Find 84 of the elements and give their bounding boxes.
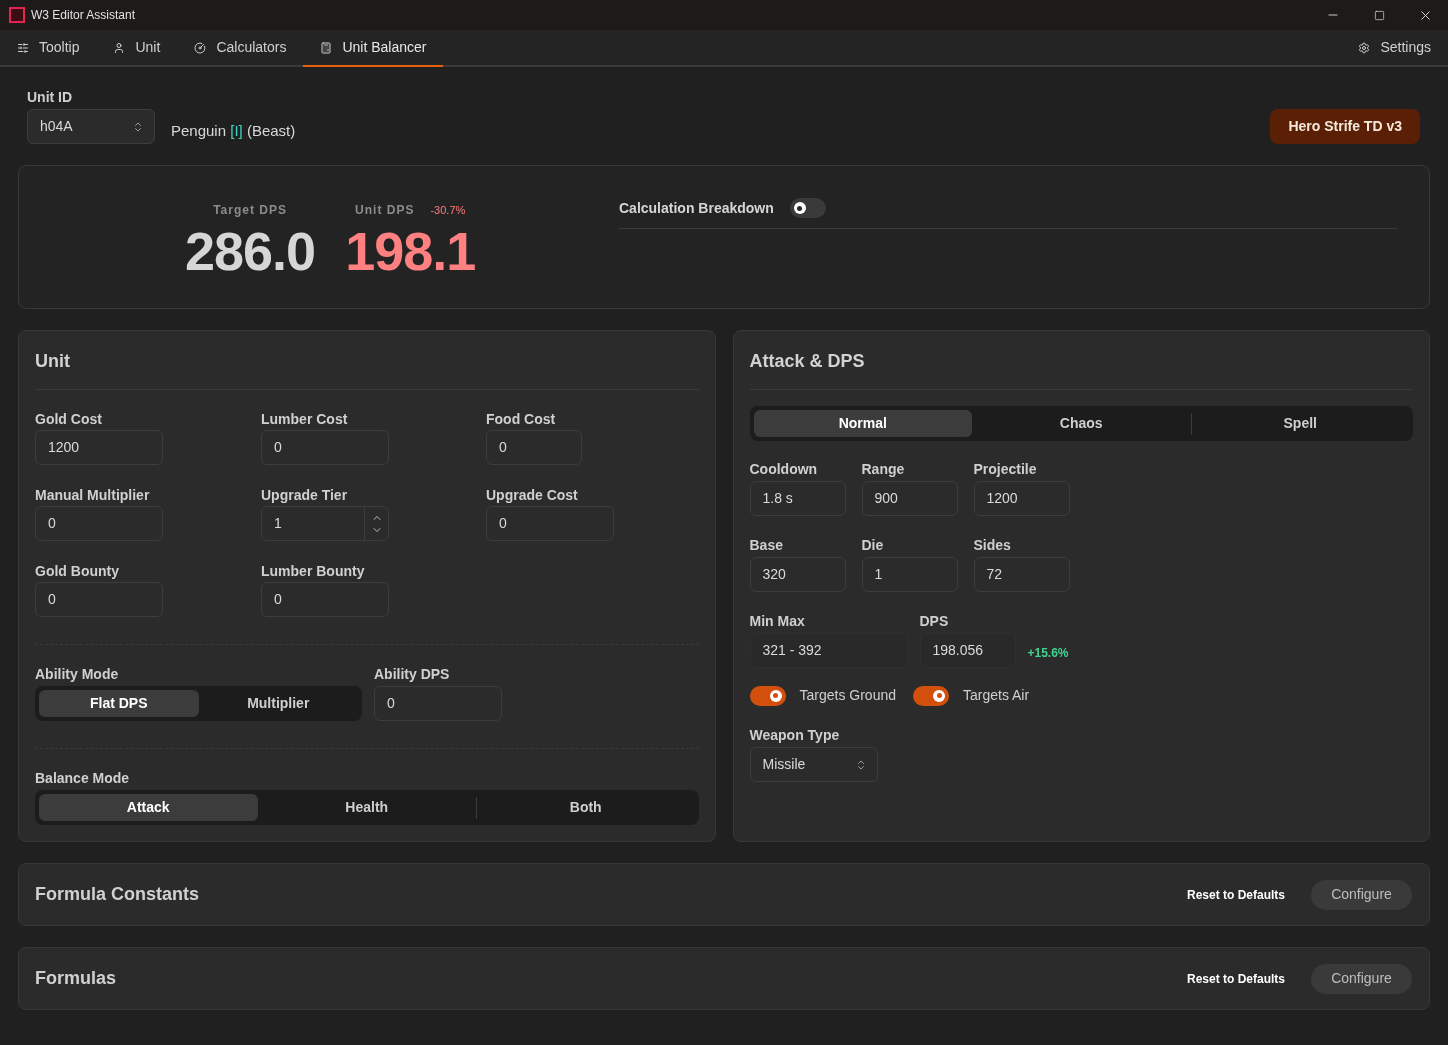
field-label: Balance Mode	[35, 769, 131, 787]
number-field[interactable]: 1	[261, 506, 389, 541]
calculator-icon	[320, 41, 333, 54]
segment-option[interactable]: Both	[477, 794, 695, 821]
field-label: Upgrade Cost	[486, 486, 579, 504]
segment-option[interactable]: Multiplier	[198, 690, 358, 717]
chevrons-icon	[132, 120, 144, 133]
gauge-icon	[194, 41, 207, 54]
unit-dps-value: 198.1	[345, 226, 476, 276]
reset-defaults-link[interactable]: Reset to Defaults	[1186, 969, 1285, 988]
input-field[interactable]: 900	[861, 481, 958, 516]
field-label: Manual Multiplier	[35, 486, 151, 504]
input-field[interactable]: 320	[749, 557, 846, 592]
field-label: Base	[749, 536, 784, 554]
breakdown-label: Calculation Breakdown	[619, 198, 774, 218]
panel-title: Unit	[35, 350, 71, 373]
field-label: Lumber Bounty	[261, 562, 366, 580]
field-label: Food Cost	[486, 410, 557, 428]
input-field[interactable]: 0	[261, 582, 389, 617]
nav-tab[interactable]: Calculators	[177, 30, 304, 67]
nav-tab[interactable]: Unit	[96, 30, 178, 67]
input-field[interactable]: 0	[486, 506, 614, 541]
input-field[interactable]: 0	[374, 686, 502, 721]
input-field[interactable]: 1.8 s	[749, 481, 846, 516]
weapon-type-select[interactable]: Missile	[749, 747, 878, 782]
field-label: Projectile	[973, 460, 1038, 478]
unit-name: Penguin [I] (Beast)	[171, 121, 296, 142]
nav-tab[interactable]: Tooltip	[0, 30, 97, 67]
field-label: Die	[861, 536, 885, 554]
reset-defaults-link[interactable]: Reset to Defaults	[1186, 885, 1285, 904]
unit-id-select[interactable]: h04A	[27, 109, 155, 144]
user-icon	[113, 41, 126, 54]
segment-option[interactable]: Attack	[39, 794, 258, 821]
unit-id-label: Unit ID	[27, 88, 74, 106]
field-label: Sides	[973, 536, 1012, 554]
segment-option[interactable]: Flat DPS	[39, 690, 199, 717]
segment-option[interactable]: Spell	[1191, 410, 1409, 437]
segment-option[interactable]: Chaos	[972, 410, 1191, 437]
field-label: Min Max	[749, 612, 806, 630]
field-label: DPS	[919, 612, 950, 630]
section-title: Formulas	[35, 967, 117, 990]
window-title: W3 Editor Assistant	[31, 7, 136, 24]
min-max-output: 321 - 392	[749, 633, 908, 668]
toggle-label: Targets Air	[963, 686, 1030, 705]
field-label: Gold Bounty	[35, 562, 120, 580]
configure-button[interactable]: Configure	[1311, 963, 1412, 994]
settings-icon	[1358, 41, 1371, 54]
target-toggle[interactable]	[913, 685, 949, 706]
map-button[interactable]: Hero Strife TD v3	[1270, 109, 1420, 144]
maximize-icon[interactable]	[1373, 9, 1385, 21]
settings-button[interactable]: Settings	[1358, 30, 1448, 65]
nav-tab[interactable]: Unit Balancer	[303, 30, 444, 67]
input-field[interactable]: 0	[35, 582, 163, 617]
target-toggle[interactable]	[749, 685, 786, 706]
segment-option[interactable]: Health	[257, 794, 476, 821]
input-field[interactable]: 0	[486, 430, 582, 465]
target-dps-value: 286.0	[185, 226, 316, 276]
field-label: Gold Cost	[35, 410, 103, 428]
target-dps-label: Target DPS	[213, 202, 287, 218]
input-field[interactable]: 1	[861, 557, 958, 592]
input-field[interactable]: 0	[35, 506, 163, 541]
field-label: Cooldown	[749, 460, 819, 478]
sliders-icon	[17, 41, 29, 54]
segment-option[interactable]: Normal	[753, 410, 972, 437]
field-label: Ability Mode	[35, 665, 120, 683]
input-field[interactable]: 1200	[973, 481, 1070, 516]
dps-change: +15.6%	[1027, 645, 1069, 662]
field-label: Ability DPS	[374, 665, 451, 683]
field-label: Upgrade Tier	[261, 486, 349, 504]
input-field[interactable]: 72	[973, 557, 1070, 592]
dps-output: 198.056	[919, 633, 1016, 668]
field-label: Lumber Cost	[261, 410, 349, 428]
app-logo-icon	[9, 7, 25, 23]
breakdown-toggle[interactable]	[789, 198, 826, 218]
toggle-label: Targets Ground	[799, 686, 896, 705]
field-label: Range	[861, 460, 906, 478]
configure-button[interactable]: Configure	[1311, 879, 1412, 910]
field-label: Weapon Type	[749, 726, 841, 744]
dps-change: -30.7%	[430, 203, 466, 218]
section-title: Formula Constants	[35, 883, 199, 906]
panel-title: Attack & DPS	[749, 350, 866, 373]
unit-dps-label: Unit DPS	[355, 202, 415, 218]
input-field[interactable]: 1200	[35, 430, 163, 465]
input-field[interactable]: 0	[261, 430, 389, 465]
